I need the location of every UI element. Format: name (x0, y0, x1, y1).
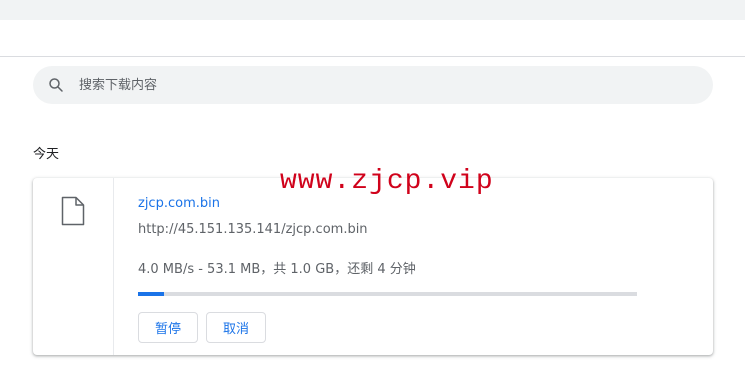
top-bar (0, 0, 745, 20)
download-progress-bar (138, 292, 637, 296)
card-divider (113, 178, 114, 355)
download-progress-fill (138, 292, 165, 296)
pause-button[interactable]: 暂停 (138, 312, 198, 343)
download-status: 4.0 MB/s - 53.1 MB，共 1.0 GB，还剩 4 分钟 (138, 262, 416, 277)
file-url: http://45.151.135.141/zjcp.com.bin (138, 222, 368, 237)
download-item-card: zjcp.com.bin http://45.151.135.141/zjcp.… (33, 178, 713, 355)
file-icon (61, 196, 85, 226)
search-bar[interactable] (33, 66, 713, 104)
cancel-button[interactable]: 取消 (206, 312, 266, 343)
watermark-text: www.zjcp.vip (280, 166, 494, 197)
search-icon (49, 78, 63, 92)
file-name-link[interactable]: zjcp.com.bin (138, 196, 220, 211)
search-input[interactable] (79, 66, 679, 104)
date-section-label: 今天 (33, 147, 60, 162)
toolbar-divider (0, 56, 745, 57)
